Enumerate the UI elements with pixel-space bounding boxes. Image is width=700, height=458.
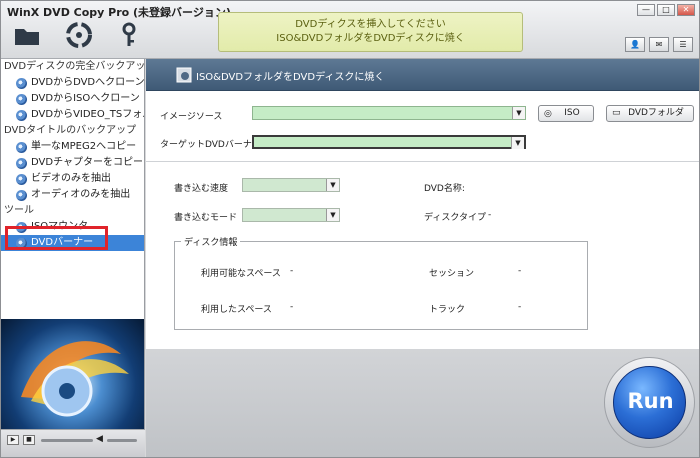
sidebar-item-dvd-to-video-ts[interactable]: DVDからVIDEO_TSフォルダへ xyxy=(1,107,144,123)
sidebar-item-dvd-to-dvd[interactable]: DVDからDVDへクローン xyxy=(1,75,144,91)
page-title: ISO&DVDフォルダをDVDディスクに焼く xyxy=(196,72,385,83)
sidebar-item-chapter[interactable]: DVDチャプターをコピー xyxy=(1,155,144,171)
disc-icon[interactable] xyxy=(65,21,93,49)
app-window: WinX DVD Copy Pro (未登録バージョン) DVDディクスを挿入し… xyxy=(0,0,700,458)
write-speed-select[interactable]: ▼ xyxy=(242,178,340,192)
preview-panel xyxy=(1,319,145,429)
close-button[interactable]: ✕ xyxy=(677,4,695,16)
sidebar-item-mpeg2[interactable]: 単一なMPEG2へコピー xyxy=(1,139,144,155)
iso-button[interactable]: ◎ ISO xyxy=(538,105,594,122)
seek-slider[interactable] xyxy=(41,439,93,442)
dvd-name-label: DVD名称: xyxy=(424,184,465,194)
menu-icon[interactable]: ☰ xyxy=(673,37,693,52)
window-controls: — □ ✕ xyxy=(637,4,695,16)
volume-icon: ◀ xyxy=(96,434,103,444)
disc-icon: ◎ xyxy=(544,109,552,119)
sidebar-item-audio-only[interactable]: オーディオのみを抽出 xyxy=(1,187,144,203)
window-title: WinX DVD Copy Pro (未登録バージョン) xyxy=(7,6,231,19)
sidebar-item-dvd-to-iso[interactable]: DVDからISOへクローン xyxy=(1,91,144,107)
run-button[interactable]: Run xyxy=(613,366,686,439)
mail-icon[interactable]: ✉ xyxy=(649,37,669,52)
disc-info-group: ディスク情報 利用可能なスペース - 利用したスペース - セッション - トラ… xyxy=(174,235,588,330)
chevron-down-icon[interactable]: ▼ xyxy=(511,137,524,149)
write-mode-label: 書き込むモード xyxy=(174,213,238,223)
chevron-down-icon[interactable]: ▼ xyxy=(326,179,339,191)
chevron-down-icon[interactable]: ▼ xyxy=(326,209,339,221)
available-space-label: 利用可能なスペース xyxy=(201,269,281,279)
player-controls: ▶ ■ ◀ xyxy=(1,429,145,457)
write-speed-label: 書き込む速度 xyxy=(174,184,229,194)
disc-icon xyxy=(16,110,27,121)
write-mode-select[interactable]: ▼ xyxy=(242,208,340,222)
disc-info-legend: ディスク情報 xyxy=(181,235,241,248)
disc-icon xyxy=(16,78,27,89)
disc-icon xyxy=(16,190,27,201)
stop-icon[interactable]: ■ xyxy=(23,435,35,445)
target-burner-field[interactable]: ▼ xyxy=(252,135,526,149)
sidebar: DVDディスクの完全バックアップ DVDからDVDへクローン DVDからISOへ… xyxy=(1,59,145,319)
folder-icon: ▭ xyxy=(612,108,621,118)
run-label: Run xyxy=(627,389,674,413)
session-value: - xyxy=(518,266,522,276)
toolbar: WinX DVD Copy Pro (未登録バージョン) DVDディクスを挿入し… xyxy=(1,1,699,59)
notice-line2: ISO&DVDフォルダをDVDディスクに焼く xyxy=(276,33,465,44)
folder-icon[interactable] xyxy=(13,21,41,49)
available-space-value: - xyxy=(290,266,294,276)
sidebar-section-full-backup[interactable]: DVDディスクの完全バックアップ xyxy=(1,59,144,75)
session-label: セッション xyxy=(429,269,475,279)
dvd-folder-button[interactable]: ▭ DVDフォルダ xyxy=(606,105,694,122)
track-label: トラック xyxy=(429,305,466,315)
selection-highlight-box xyxy=(5,226,108,250)
sidebar-item-video-only[interactable]: ビデオのみを抽出 xyxy=(1,171,144,187)
notice-line1: DVDディクスを挿入してください xyxy=(295,19,446,30)
sidebar-section-title-backup[interactable]: DVDタイトルのバックアップ xyxy=(1,123,144,139)
disc-icon xyxy=(16,158,27,169)
image-source-field[interactable]: ▼ xyxy=(252,106,526,120)
utility-icons: 👤 ✉ ☰ xyxy=(625,37,693,52)
volume-slider[interactable] xyxy=(107,439,137,442)
divider xyxy=(146,161,699,162)
disc-icon xyxy=(16,142,27,153)
user-icon[interactable]: 👤 xyxy=(625,37,645,52)
key-icon[interactable] xyxy=(115,21,143,49)
track-value: - xyxy=(518,302,522,312)
disc-icon xyxy=(16,94,27,105)
chevron-down-icon[interactable]: ▼ xyxy=(512,107,525,119)
disc-type-label: ディスクタイプ xyxy=(424,213,487,223)
dvd-logo-image xyxy=(21,341,129,417)
target-burner-label: ターゲットDVDバーナー xyxy=(160,140,261,150)
main-panel: ISO&DVDフォルダをDVDディスクに焼く イメージソース ▼ ◎ ISO ▭… xyxy=(146,59,699,349)
disc-burn-icon xyxy=(176,67,192,83)
used-space-label: 利用したスペース xyxy=(201,305,272,315)
run-button-ring: Run xyxy=(604,357,695,448)
play-icon[interactable]: ▶ xyxy=(7,435,19,445)
section-header: ISO&DVDフォルダをDVDディスクに焼く xyxy=(146,59,699,91)
notice-banner: DVDディクスを挿入してください ISO&DVDフォルダをDVDディスクに焼く xyxy=(218,12,523,52)
disc-type-value: - xyxy=(488,210,492,220)
sidebar-section-tools[interactable]: ツール xyxy=(1,203,144,219)
image-source-label: イメージソース xyxy=(160,112,223,122)
disc-icon xyxy=(16,174,27,185)
maximize-button[interactable]: □ xyxy=(657,4,675,16)
minimize-button[interactable]: — xyxy=(637,4,655,16)
used-space-value: - xyxy=(290,302,294,312)
bottom-bar: Run xyxy=(146,349,699,457)
